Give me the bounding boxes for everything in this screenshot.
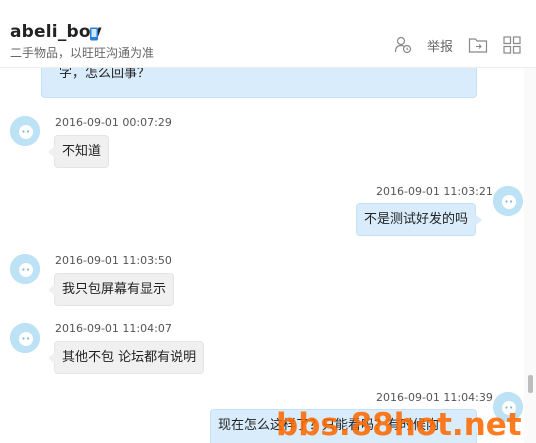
user-settings-button[interactable] — [392, 34, 414, 56]
message-text: 字，怎么回事？ — [59, 68, 151, 81]
contact-subtitle: 二手物品，以旺旺沟通为准 — [10, 46, 155, 60]
message-text: 其他不包 论坛都有说明 — [62, 350, 197, 365]
grid-icon — [503, 36, 521, 54]
site-watermark: bbs.88hot.net — [276, 407, 522, 443]
message-list[interactable]: 字，怎么回事？ 2016-09-01 00:07:29 不知道 2016-09-… — [0, 68, 524, 443]
phone-icon — [90, 27, 98, 41]
contact-avatar[interactable] — [10, 116, 40, 146]
message-bubble: 字，怎么回事？ — [41, 68, 477, 98]
contact-avatar[interactable] — [10, 323, 40, 353]
message-timestamp: 2016-09-01 11:03:21 — [376, 185, 493, 198]
message-bubble: 不知道 — [47, 135, 110, 168]
contact-avatar[interactable] — [10, 254, 40, 284]
message-timestamp: 2016-09-01 11:04:39 — [376, 391, 493, 404]
message-timestamp: 2016-09-01 00:07:29 — [55, 116, 172, 129]
scrollbar-thumb[interactable] — [528, 375, 533, 393]
folder-button[interactable] — [467, 34, 489, 56]
user-settings-icon — [394, 36, 412, 54]
message-text: 不是测试好发的吗 — [364, 212, 469, 227]
message-text: 我只包屏幕有显示 — [62, 282, 167, 297]
message-bubble: 其他不包 论坛都有说明 — [47, 341, 205, 374]
report-button[interactable]: 举报 — [424, 34, 456, 56]
chat-scrollbar[interactable] — [524, 68, 536, 443]
wangwang-avatar-icon — [493, 186, 523, 216]
self-avatar[interactable] — [493, 186, 523, 216]
message-text: 不知道 — [62, 144, 102, 159]
wangwang-avatar-icon — [10, 116, 40, 146]
message-bubble: 不是测试好发的吗 — [356, 203, 483, 236]
message-timestamp: 2016-09-01 11:04:07 — [55, 322, 172, 335]
wangwang-avatar-icon — [10, 254, 40, 284]
chat-header: abeli_boy 二手物品，以旺旺沟通为准 举报 — [0, 0, 536, 68]
folder-icon — [468, 38, 488, 53]
message-bubble: 我只包屏幕有显示 — [47, 273, 175, 306]
grid-button[interactable] — [501, 34, 523, 56]
message-timestamp: 2016-09-01 11:03:50 — [55, 254, 172, 267]
wangwang-avatar-icon — [10, 323, 40, 353]
